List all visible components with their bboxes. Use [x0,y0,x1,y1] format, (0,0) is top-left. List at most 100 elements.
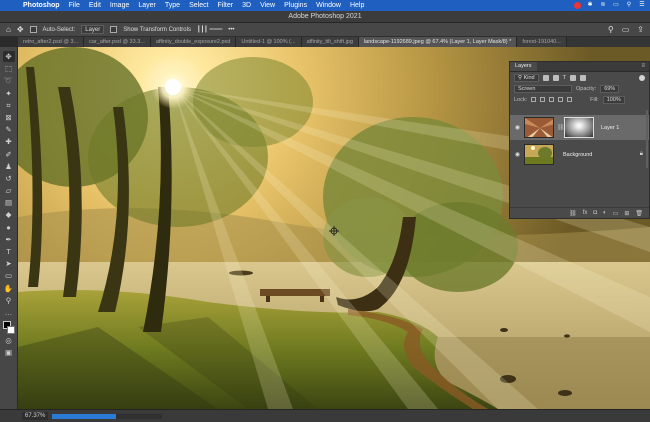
bluetooth-icon[interactable]: ✱ [586,2,594,9]
lock-position-icon[interactable] [549,97,555,102]
layers-scrollbar[interactable] [646,110,648,168]
menu-help[interactable]: Help [350,2,364,9]
color-swatches[interactable] [2,321,15,335]
link-layers-icon[interactable]: ⛓ [569,210,577,217]
new-layer-icon[interactable]: ⊞ [624,210,629,217]
frame-tool-icon[interactable]: ⊠ [3,112,15,123]
lock-all-icon[interactable] [567,97,573,102]
tab-double-exposure[interactable]: affinity_double_exposure2.psd [150,37,237,47]
quick-mask-icon[interactable]: ◎ [3,335,15,346]
panel-menu-icon[interactable]: ≡ [641,62,645,71]
auto-select-target-dropdown[interactable]: Layer [81,25,105,34]
adjustment-filter-icon[interactable] [552,74,559,81]
add-mask-icon[interactable]: ◘ [593,210,597,216]
menu-layer[interactable]: Layer [138,2,156,9]
layer-name[interactable]: Layer 1 [601,125,619,131]
menu-type[interactable]: Type [165,2,180,9]
marquee-tool-icon[interactable]: ⬚ [3,63,15,74]
hand-tool-icon[interactable]: ✋ [3,283,15,294]
adjustment-layer-icon[interactable]: ◐ [603,210,607,216]
menu-filter[interactable]: Filter [218,2,234,9]
layers-panel: Layers ≡ ⚲ Kind T Screen Opacity: 69% Lo… [509,61,650,219]
screen-mode-icon[interactable]: ▣ [3,347,15,358]
visibility-eye-icon[interactable]: ◉ [514,124,521,131]
menu-view[interactable]: View [260,2,275,9]
type-tool-icon[interactable]: T [3,246,15,257]
menu-app-name[interactable]: Photoshop [23,2,60,9]
opacity-field[interactable]: 69% [600,84,620,93]
layer-mask-thumbnail[interactable] [564,117,594,138]
progress-fill [52,413,117,419]
search-icon[interactable]: ⚲ [608,25,614,34]
share-icon[interactable]: ⇪ [637,25,644,34]
eyedropper-tool-icon[interactable]: ✎ [3,124,15,135]
shape-filter-icon[interactable] [569,74,576,81]
lasso-tool-icon[interactable]: ➰ [3,75,15,86]
gradient-tool-icon[interactable]: ▤ [3,197,15,208]
tab-landscape[interactable]: landscape-1192689.jpeg @ 67.4% (Layer 1,… [358,37,518,47]
tab-retro-after2[interactable]: retro_after2.psd @ 3... [18,37,85,47]
layer-name[interactable]: Background [563,152,592,158]
layer-row-layer1[interactable]: ◉ ⛓ Layer 1 [510,115,649,140]
brush-tool-icon[interactable]: ✐ [3,149,15,160]
lock-pixels-icon[interactable] [540,97,546,102]
menu-plugins[interactable]: Plugins [284,2,307,9]
layer-row-background[interactable]: ◉ Background 🔒︎ [510,142,649,167]
control-center-icon[interactable]: ☰ [638,2,646,9]
history-brush-tool-icon[interactable]: ↺ [3,173,15,184]
stamp-tool-icon[interactable]: ♟ [3,161,15,172]
show-transform-checkbox[interactable] [110,26,118,33]
creative-cloud-icon[interactable] [574,2,581,9]
more-icon[interactable]: ••• [228,27,234,33]
healing-brush-tool-icon[interactable]: ✚ [3,136,15,147]
lock-artboard-icon[interactable] [558,97,564,102]
visibility-eye-icon[interactable]: ◉ [514,151,521,158]
mask-link-icon[interactable]: ⛓ [557,124,565,131]
more-tools-icon[interactable]: … [3,307,15,318]
magic-wand-tool-icon[interactable]: ✦ [3,88,15,99]
menu-edit[interactable]: Edit [89,2,101,9]
search-icon[interactable]: ⚲ [625,2,633,9]
tab-car-after[interactable]: car_after.psd @ 33.3... [84,37,151,47]
align-icons[interactable]: ┃┃┃ ═══ [197,26,222,33]
pen-tool-icon[interactable]: ✒ [3,234,15,245]
menu-image[interactable]: Image [110,2,129,9]
filter-toggle-icon[interactable] [639,74,645,81]
move-tool-icon[interactable]: ✥ [2,51,15,62]
tab-forest[interactable]: forest-191040... [517,37,567,47]
tab-layers[interactable]: Layers [510,62,537,71]
lock-transparent-icon[interactable] [531,97,537,102]
shape-tool-icon[interactable]: ▭ [3,270,15,281]
layer-lock-icon: 🔒︎ [639,151,643,157]
fx-icon[interactable]: fx [583,210,588,216]
type-filter-icon[interactable]: T [563,75,566,81]
home-icon[interactable]: ⌂ [6,25,11,34]
tab-tilt-shift[interactable]: affinity_tilt_shift.jpg [301,37,359,47]
delete-layer-icon[interactable]: 🗑︎ [635,210,643,217]
workspace-icon[interactable]: ▭ [622,25,630,34]
menu-file[interactable]: File [69,2,80,9]
crop-tool-icon[interactable]: ⌗ [3,100,15,111]
eraser-tool-icon[interactable]: ▱ [3,185,15,196]
menu-select[interactable]: Select [189,2,208,9]
blur-tool-icon[interactable]: ◆ [3,209,15,220]
tab-untitled-1[interactable]: Untitled-1 @ 100% (... [236,37,302,47]
background-color-swatch[interactable] [6,326,15,335]
blend-mode-dropdown[interactable]: Screen [514,84,572,93]
smart-object-filter-icon[interactable] [579,74,586,81]
pixel-filter-icon[interactable] [542,74,549,81]
dodge-tool-icon[interactable]: ● [3,222,15,233]
fill-field[interactable]: 100% [602,95,625,104]
zoom-tool-icon[interactable]: ⚲ [3,295,15,306]
move-tool-icon[interactable]: ✥ [17,25,24,34]
layer-filter-dropdown[interactable]: ⚲ Kind [514,73,539,82]
menu-3d[interactable]: 3D [242,2,251,9]
zoom-level-field[interactable]: 67.37% [22,412,49,420]
auto-select-checkbox[interactable] [29,26,37,33]
path-selection-tool-icon[interactable]: ➤ [3,258,15,269]
battery-icon[interactable]: ▭ [612,2,620,9]
menu-window[interactable]: Window [316,2,341,9]
wifi-icon[interactable]: ≋ [599,2,607,9]
group-icon[interactable]: ▭ [613,210,619,217]
layer-thumbnail [524,117,554,138]
